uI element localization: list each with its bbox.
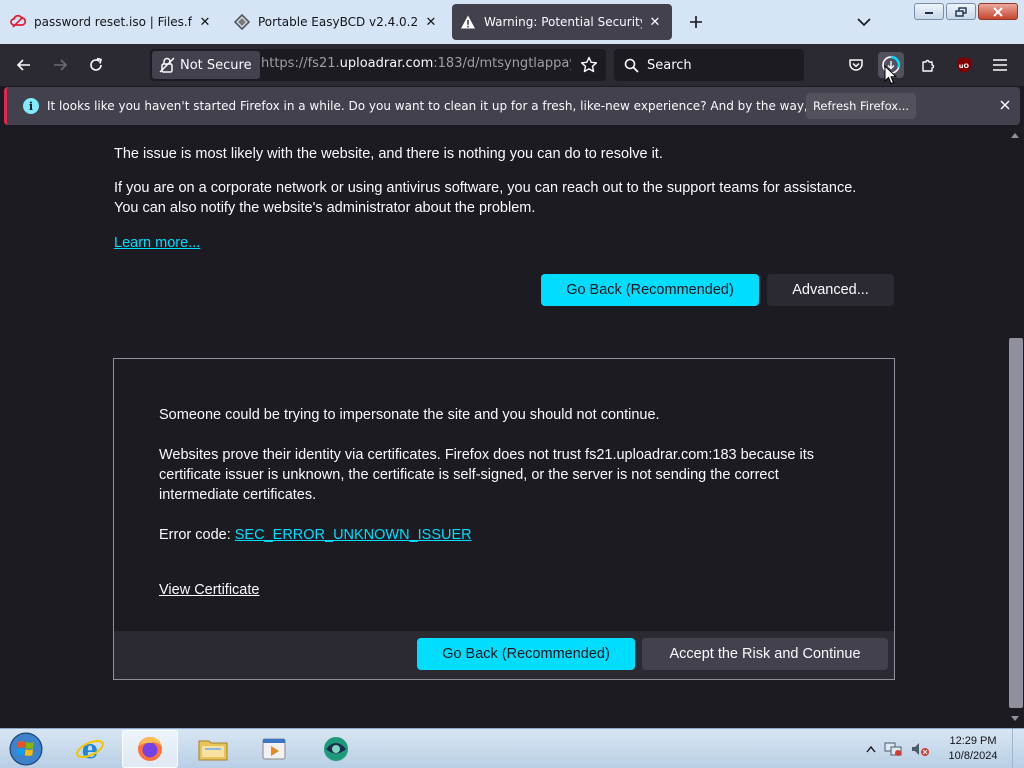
taskbar-file-explorer[interactable] — [185, 730, 241, 768]
address-bar[interactable]: Not Secure https://fs21.uploadrar.com:18… — [150, 49, 606, 81]
ublock-origin-icon: uO — [957, 57, 971, 73]
ublock-origin-button[interactable]: uO — [951, 52, 977, 78]
pocket-icon — [849, 59, 863, 71]
tab-filesfm[interactable]: password reset.iso | Files.fm. ✕ — [2, 4, 222, 40]
volume-muted-icon[interactable] — [910, 741, 930, 757]
internet-explorer-icon: e — [76, 735, 104, 764]
new-tab-button[interactable] — [684, 10, 708, 34]
go-back-button-advanced[interactable]: Go Back (Recommended) — [417, 638, 635, 670]
show-desktop-button[interactable] — [1012, 729, 1024, 768]
taskbar-firefox[interactable] — [122, 730, 178, 768]
svg-text:e: e — [82, 735, 99, 764]
tab-title: password reset.iso | Files.fm. — [34, 15, 192, 29]
star-icon — [580, 56, 598, 73]
folder-icon — [198, 740, 228, 761]
mouse-cursor-icon — [884, 65, 898, 85]
impersonate-warning: Someone could be trying to impersonate t… — [159, 407, 660, 423]
search-placeholder: Search — [647, 57, 692, 73]
certificate-explanation-line-3: intermediate certificates. — [159, 487, 317, 503]
windows-logo-icon — [9, 732, 43, 766]
close-window-button[interactable] — [978, 3, 1018, 20]
puzzle-piece-icon — [922, 59, 935, 72]
show-hidden-icons-icon[interactable] — [866, 745, 876, 753]
warning-icon — [460, 14, 476, 30]
learn-more-link[interactable]: Learn more... — [114, 233, 200, 253]
back-arrow-icon — [16, 59, 30, 71]
advanced-button[interactable]: Advanced... — [767, 274, 894, 306]
search-bar[interactable]: Search — [614, 49, 804, 81]
issue-description: The issue is most likely with the websit… — [114, 146, 663, 162]
bookmark-star-button[interactable] — [578, 54, 600, 76]
system-clock[interactable]: 12:29 PM 10/8/2024 — [940, 734, 1006, 764]
app-menu-button[interactable] — [987, 52, 1013, 78]
firefox-icon — [138, 737, 162, 761]
notification-message: It looks like you haven't started Firefo… — [47, 99, 903, 113]
close-tab-icon[interactable]: ✕ — [422, 13, 440, 31]
refresh-firefox-button[interactable]: Refresh Firefox... — [806, 93, 916, 119]
reload-icon — [90, 57, 102, 71]
url-text[interactable]: https://fs21.uploadrar.com:183/d/mtsyngt… — [261, 56, 571, 71]
notification-bar: i It looks like you haven't started Fire… — [4, 87, 1020, 125]
tab-title: Portable EasyBCD v2.4.0.237 Co — [258, 15, 418, 29]
error-code-link[interactable]: SEC_ERROR_UNKNOWN_ISSUER — [235, 527, 472, 543]
view-certificate-link[interactable]: View Certificate — [159, 580, 259, 600]
advanced-panel: Someone could be trying to impersonate t… — [113, 358, 895, 680]
page-scrollbar[interactable] — [1006, 126, 1024, 728]
taskbar-internet-explorer[interactable]: e — [62, 730, 118, 768]
minimize-button[interactable] — [914, 3, 944, 20]
taskbar-media-player[interactable] — [246, 730, 302, 768]
support-line-2: You can also notify the website's admini… — [114, 200, 536, 216]
support-line-1: If you are on a corporate network or usi… — [114, 180, 857, 196]
maximize-button[interactable] — [946, 3, 976, 20]
svg-text:uO: uO — [959, 62, 970, 70]
window-controls — [914, 3, 1018, 20]
scroll-up-arrow-icon[interactable] — [1006, 128, 1024, 142]
close-notification-button[interactable] — [995, 95, 1015, 115]
error-code-row: Error code: SEC_ERROR_UNKNOWN_ISSUER — [159, 525, 472, 545]
forward-button[interactable] — [47, 52, 73, 78]
certificate-explanation-line-1: Websites prove their identity via certif… — [159, 447, 814, 463]
extensions-button[interactable] — [915, 52, 941, 78]
back-button[interactable] — [11, 52, 37, 78]
easybcd-icon — [234, 14, 250, 30]
globe-app-icon — [324, 737, 348, 761]
certificate-explanation-line-2: certificate issuer is unknown, the certi… — [159, 467, 779, 483]
error-page-content: The issue is most likely with the websit… — [0, 126, 1006, 728]
list-all-tabs-button[interactable] — [852, 10, 876, 34]
close-tab-icon[interactable]: ✕ — [196, 13, 214, 31]
taskbar-app-globe[interactable] — [308, 730, 364, 768]
network-icon[interactable] — [884, 741, 902, 757]
start-button[interactable] — [6, 731, 46, 767]
advanced-panel-footer: Go Back (Recommended) Accept the Risk an… — [114, 631, 894, 679]
error-code-label: Error code: — [159, 527, 231, 543]
close-tab-icon[interactable]: ✕ — [646, 13, 664, 31]
insecure-lock-icon — [159, 57, 175, 73]
reload-button[interactable] — [83, 52, 109, 78]
tab-title: Warning: Potential Security Risk — [484, 15, 642, 29]
tab-easybcd[interactable]: Portable EasyBCD v2.4.0.237 Co ✕ — [226, 4, 448, 40]
scroll-down-arrow-icon[interactable] — [1006, 712, 1024, 726]
hamburger-menu-icon — [993, 59, 1007, 71]
tab-security-warning[interactable]: Warning: Potential Security Risk ✕ — [452, 4, 672, 40]
info-icon: i — [23, 98, 39, 114]
site-security-button[interactable]: Not Secure — [152, 51, 260, 79]
accept-risk-button[interactable]: Accept the Risk and Continue — [642, 638, 888, 670]
go-back-button[interactable]: Go Back (Recommended) — [541, 274, 759, 306]
close-icon — [1000, 100, 1010, 110]
forward-arrow-icon — [54, 59, 68, 71]
chevron-down-icon — [857, 18, 871, 27]
pocket-button[interactable] — [843, 52, 869, 78]
filesfm-icon — [10, 14, 26, 30]
search-icon — [624, 58, 639, 73]
scrollbar-thumb[interactable] — [1009, 338, 1023, 708]
windows-taskbar: e 12:29 PM 10/8/2024 — [0, 728, 1024, 768]
system-tray — [866, 729, 930, 768]
tab-strip: password reset.iso | Files.fm. ✕ Portabl… — [0, 0, 1024, 44]
navigation-toolbar: Not Secure https://fs21.uploadrar.com:18… — [0, 44, 1024, 86]
clock-time: 12:29 PM — [949, 735, 997, 747]
security-label: Not Secure — [180, 57, 252, 73]
clock-date: 10/8/2024 — [948, 750, 998, 762]
media-player-icon — [262, 738, 286, 760]
